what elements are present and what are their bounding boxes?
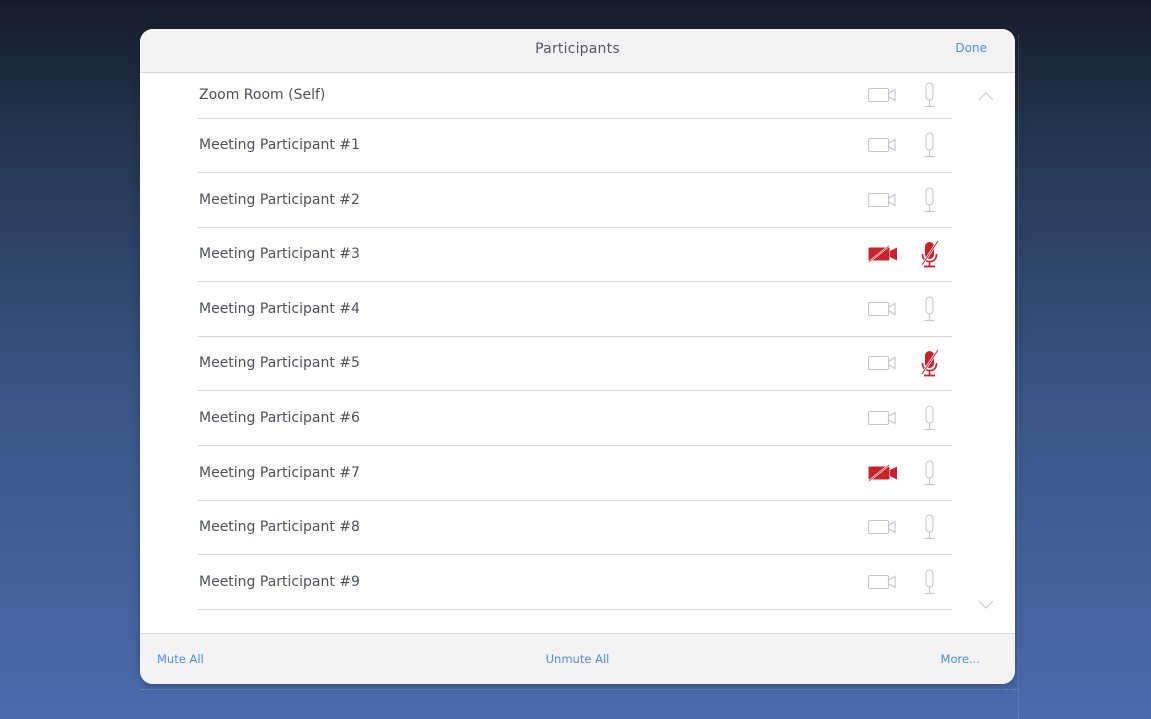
microphone-icon[interactable]: [918, 295, 942, 323]
video-camera-icon[interactable]: [868, 192, 902, 208]
microphone-icon[interactable]: [918, 131, 942, 159]
video-camera-icon[interactable]: [868, 137, 902, 153]
chevron-down-icon[interactable]: [978, 600, 994, 610]
participant-name: Meeting Participant #6: [199, 410, 360, 426]
participant-row[interactable]: Meeting Participant #7: [198, 446, 952, 501]
done-button[interactable]: Done: [955, 41, 987, 55]
dialog-header: Participants Done: [140, 29, 1015, 73]
video-camera-icon[interactable]: [868, 301, 902, 317]
participant-name: Meeting Participant #7: [199, 464, 360, 481]
participant-row[interactable]: Meeting Participant #9: [198, 555, 952, 610]
video-camera-off-icon[interactable]: [868, 464, 902, 481]
guide-line-vertical: [1018, 35, 1019, 719]
microphone-icon[interactable]: [918, 568, 942, 596]
participant-list[interactable]: Zoom Room (Self) Meeting Participant #1 Me…: [140, 73, 1015, 633]
participant-name: Meeting Participant #4: [199, 300, 360, 317]
participant-row[interactable]: Meeting Participant #6: [198, 391, 952, 446]
video-camera-icon[interactable]: [868, 519, 902, 535]
participant-row[interactable]: Meeting Participant #3: [198, 227, 952, 283]
participant-name: Meeting Participant #2: [199, 191, 360, 208]
participant-name: Meeting Participant #3: [199, 246, 360, 263]
dialog-footer: Mute All Unmute All More...: [140, 633, 1015, 684]
more-button[interactable]: More...: [941, 652, 980, 666]
participant-row[interactable]: Meeting Participant #1: [198, 118, 952, 173]
video-camera-off-icon[interactable]: [868, 246, 902, 263]
participant-name: Meeting Participant #1: [199, 137, 360, 153]
video-camera-icon[interactable]: [868, 87, 902, 103]
participant-row[interactable]: Meeting Participant #4: [198, 282, 952, 337]
guide-line-horizontal: [140, 689, 1018, 690]
participant-row[interactable]: Zoom Room (Self): [198, 73, 952, 119]
participant-name: Meeting Participant #8: [199, 519, 360, 536]
participant-row[interactable]: Meeting Participant #5: [198, 336, 952, 392]
participant-row[interactable]: Meeting Participant #8: [198, 500, 952, 556]
video-camera-icon[interactable]: [868, 410, 902, 426]
dialog-title: Participants: [535, 41, 620, 57]
participants-dialog: Participants Done Zoom Room (Self) Meetin…: [140, 29, 1015, 684]
participant-row[interactable]: Meeting Participant #2: [198, 173, 952, 228]
participant-name: Meeting Participant #9: [199, 573, 360, 590]
participant-name: Zoom Room (Self): [199, 87, 326, 103]
unmute-all-button[interactable]: Unmute All: [140, 652, 1015, 666]
microphone-muted-icon[interactable]: [918, 349, 942, 377]
microphone-icon[interactable]: [918, 404, 942, 432]
microphone-icon[interactable]: [918, 513, 942, 541]
microphone-muted-icon[interactable]: [918, 240, 942, 268]
video-camera-icon[interactable]: [868, 574, 902, 590]
microphone-icon[interactable]: [918, 81, 942, 109]
participant-name: Meeting Participant #5: [199, 355, 360, 372]
chevron-up-icon[interactable]: [978, 91, 994, 101]
video-camera-icon[interactable]: [868, 355, 902, 371]
microphone-icon[interactable]: [918, 459, 942, 487]
microphone-icon[interactable]: [918, 186, 942, 214]
